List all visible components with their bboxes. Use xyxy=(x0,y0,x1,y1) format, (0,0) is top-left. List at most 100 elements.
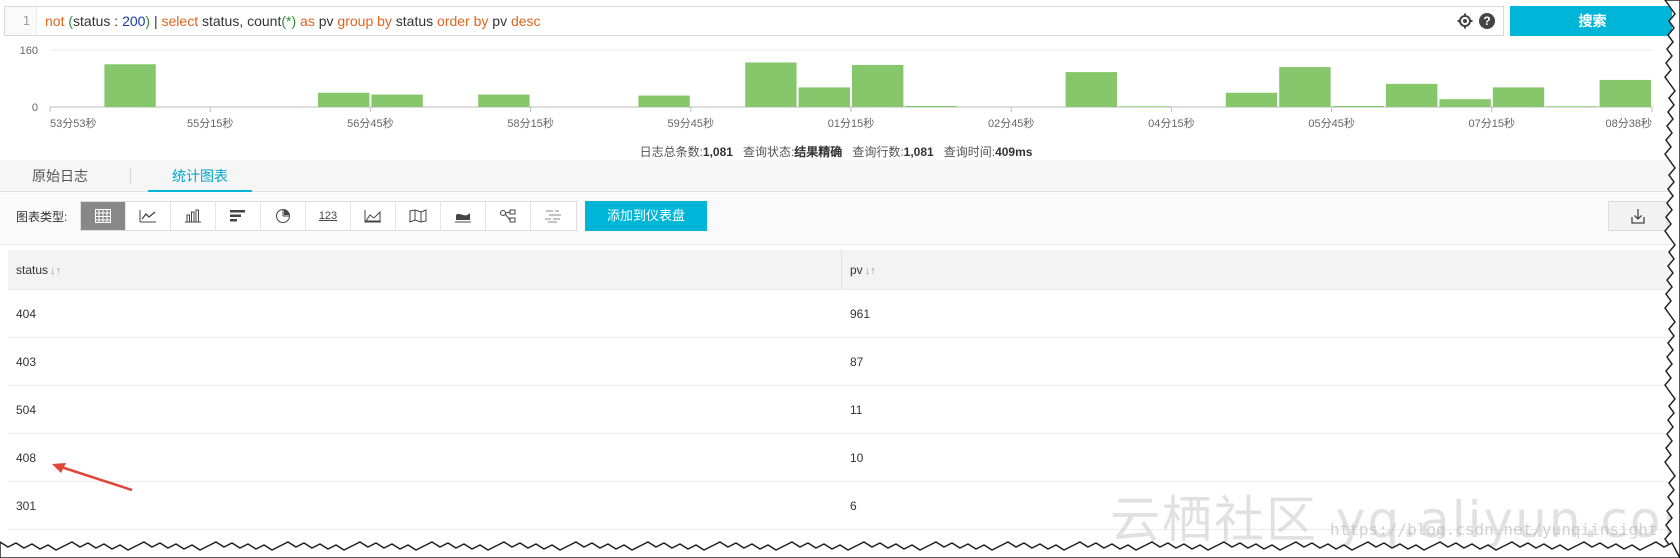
chart-type-map[interactable] xyxy=(396,202,441,230)
query-token: (*) xyxy=(281,13,297,29)
summary-status-label: 查询状态: xyxy=(742,145,795,159)
cell-pv: 11 xyxy=(850,403,863,417)
table-row: 408 10 xyxy=(8,434,1672,482)
histogram-bar[interactable] xyxy=(798,87,850,107)
bar-chart-icon xyxy=(185,209,201,223)
tab-chart[interactable]: 统计图表 xyxy=(148,160,252,192)
query-token: order by xyxy=(437,13,489,29)
add-to-dashboard-button[interactable]: 添加到仪表盘 xyxy=(585,201,707,231)
query-summary: 日志总条数:1,081 查询状态:结果精确 查询行数:1,081 查询时间:40… xyxy=(0,143,1672,160)
histogram-bar[interactable] xyxy=(745,62,797,107)
map-icon xyxy=(409,209,427,223)
query-token: not xyxy=(45,13,65,29)
settings-icon[interactable] xyxy=(1457,13,1473,29)
cell-status: 504 xyxy=(16,403,37,417)
sankey-icon xyxy=(500,209,516,223)
query-token: pv xyxy=(488,13,511,29)
cell-status: 404 xyxy=(16,307,37,321)
number-icon: 123 xyxy=(318,210,338,222)
sort-icon[interactable]: ↓↑ xyxy=(865,265,876,277)
tab-divider xyxy=(130,168,131,184)
histogram-y-tick: 160 xyxy=(20,45,38,57)
chart-type-line[interactable] xyxy=(126,202,171,230)
chart-type-number[interactable]: 123 xyxy=(306,202,351,230)
chart-type-flow[interactable] xyxy=(441,202,486,230)
chart-type-word-cloud[interactable] xyxy=(531,202,576,230)
watermark-url: https://blog.csdn.net/yunqiinsight xyxy=(1330,520,1658,539)
column-header-status[interactable]: status ↓↑ xyxy=(8,250,842,289)
table-row: 504 11 xyxy=(8,386,1672,434)
cell-pv: 87 xyxy=(850,355,864,369)
cell-pv: 10 xyxy=(850,451,864,465)
summary-rows-value: 1,081 xyxy=(903,145,934,159)
download-icon xyxy=(1631,209,1645,224)
histogram-bar[interactable] xyxy=(1279,67,1331,107)
histogram-bar[interactable] xyxy=(1332,105,1384,107)
histogram-bar[interactable] xyxy=(1546,106,1598,107)
query-token: status : xyxy=(73,13,123,29)
summary-count-label: 日志总条数: xyxy=(639,145,703,159)
horizontal-bar-icon xyxy=(230,210,245,222)
chart-type-table[interactable] xyxy=(81,202,126,230)
chart-type-pie[interactable] xyxy=(261,202,306,230)
query-token: desc xyxy=(510,13,541,29)
query-text[interactable]: not (status : 200) | select status, coun… xyxy=(45,7,541,35)
query-token: status xyxy=(391,13,438,29)
query-token: as xyxy=(300,13,315,29)
histogram-bar[interactable] xyxy=(318,92,370,107)
histogram-x-label: 07分15秒 xyxy=(1469,116,1515,130)
summary-time-value: 409ms xyxy=(995,145,1033,159)
summary-rows-label: 查询行数: xyxy=(852,145,904,159)
search-button[interactable]: 搜索 xyxy=(1510,6,1672,36)
summary-time-label: 查询时间: xyxy=(943,145,996,159)
chart-type-horizontal-bar[interactable] xyxy=(216,202,261,230)
annotation-arrow-icon xyxy=(52,463,133,492)
column-header-label: status xyxy=(16,263,49,277)
histogram-svg: 160 0 53分53秒 55分15秒 56分45秒 58分15秒 59分45秒 01分15秒… xyxy=(20,45,1653,130)
table-row: 403 87 xyxy=(8,338,1672,386)
histogram-x-label: 53分53秒 xyxy=(50,116,96,130)
histogram-bar[interactable] xyxy=(1439,99,1491,107)
cell-status: 403 xyxy=(16,355,37,369)
column-header-pv[interactable]: pv ↓↑ xyxy=(842,250,1672,289)
histogram-bar[interactable] xyxy=(1599,79,1651,107)
histogram-x-label: 02分45秒 xyxy=(988,116,1034,130)
histogram-bar[interactable] xyxy=(104,64,156,107)
query-token: select xyxy=(161,13,199,29)
histogram-x-label: 05分45秒 xyxy=(1308,116,1354,130)
histogram-x-label: 01分15秒 xyxy=(828,116,874,130)
chart-type-area[interactable] xyxy=(351,202,396,230)
histogram-bar[interactable] xyxy=(1386,83,1438,107)
histogram-x-label: 55分15秒 xyxy=(187,116,233,130)
word-cloud-icon xyxy=(544,210,561,223)
cell-pv: 961 xyxy=(850,307,871,321)
histogram-bar[interactable] xyxy=(1119,106,1171,107)
summary-status-value: 结果精确 xyxy=(794,145,843,159)
histogram-bar[interactable] xyxy=(905,105,957,107)
histogram-bar[interactable] xyxy=(478,94,530,107)
histogram-bar[interactable] xyxy=(1492,87,1545,107)
tabs: 原始日志 统计图表 xyxy=(0,160,1672,192)
table-icon xyxy=(95,209,111,223)
tab-raw-logs[interactable]: 原始日志 xyxy=(20,160,100,192)
table-header: status ↓↑ pv ↓↑ xyxy=(8,250,1672,290)
histogram-bar[interactable] xyxy=(638,95,690,107)
sort-icon[interactable]: ↓↑ xyxy=(50,265,61,277)
help-icon[interactable]: ? xyxy=(1479,13,1495,29)
histogram-bar[interactable] xyxy=(371,94,423,107)
table-row: 404 961 xyxy=(8,290,1672,338)
histogram-x-label: 59分45秒 xyxy=(668,116,714,130)
query-token: status, count xyxy=(198,13,282,29)
query-editor[interactable]: 1 not (status : 200) | select status, co… xyxy=(4,6,1504,36)
chart-type-selector: 123 xyxy=(80,201,577,231)
download-button[interactable] xyxy=(1608,201,1668,231)
query-token: 200 xyxy=(122,13,146,29)
chart-type-bar[interactable] xyxy=(171,202,216,230)
histogram-bar[interactable] xyxy=(1065,72,1117,107)
chart-type-sankey[interactable] xyxy=(486,202,531,230)
chart-type-label: 图表类型: xyxy=(16,210,68,224)
histogram-bar[interactable] xyxy=(1225,92,1278,107)
histogram-x-label: 08分38秒 xyxy=(1606,116,1652,130)
histogram-bar[interactable] xyxy=(852,64,904,107)
chart-toolbar: 图表类型: 123 添加到仪表盘 xyxy=(0,193,1672,245)
